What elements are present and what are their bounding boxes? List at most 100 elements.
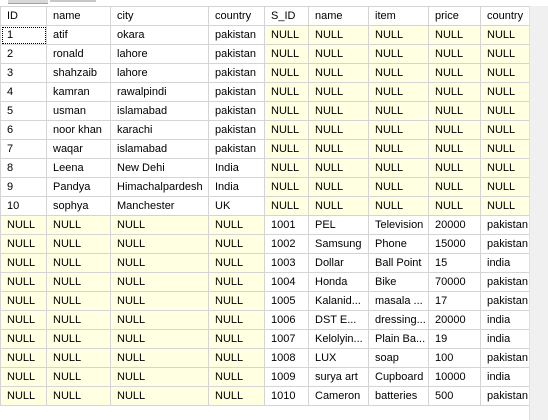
table-cell[interactable]: NULL (110, 272, 209, 292)
table-cell[interactable]: 19 (428, 329, 481, 349)
table-row[interactable]: 6 noor khan karachi pakistan NULL NULL NULL NUL… (0, 120, 531, 140)
table-cell[interactable]: 8 (0, 158, 47, 178)
table-cell[interactable]: NULL (480, 196, 531, 216)
messages-tab[interactable] (50, 0, 96, 2)
table-cell[interactable]: islamabad (110, 139, 209, 159)
table-cell[interactable]: NULL (480, 25, 531, 45)
table-cell[interactable]: Leena (46, 158, 111, 178)
column-header-6[interactable]: item (368, 6, 429, 26)
column-header-4[interactable]: S_ID (264, 6, 309, 26)
table-cell[interactable]: NULL (428, 196, 481, 216)
table-cell[interactable]: NULL (480, 120, 531, 140)
table-cell[interactable]: NULL (208, 367, 265, 387)
table-cell[interactable]: Cameron (308, 386, 369, 406)
table-row[interactable]: 1 atif okara pakistan NULL NULL NULL NULL NULL (0, 25, 531, 45)
table-cell[interactable]: NULL (110, 253, 209, 273)
table-cell[interactable]: NULL (0, 329, 47, 349)
table-cell[interactable]: Kalanid... (308, 291, 369, 311)
column-header-0[interactable]: ID (0, 6, 47, 26)
table-cell[interactable]: NULL (264, 63, 309, 83)
table-cell[interactable]: NULL (264, 177, 309, 197)
table-cell[interactable]: NULL (428, 139, 481, 159)
table-cell[interactable]: Pandya (46, 177, 111, 197)
table-cell[interactable]: India (208, 158, 265, 178)
table-cell[interactable]: NULL (208, 291, 265, 311)
table-cell[interactable]: NULL (428, 25, 481, 45)
column-header-1[interactable]: name (46, 6, 111, 26)
table-cell[interactable]: NULL (428, 63, 481, 83)
table-cell[interactable]: NULL (480, 44, 531, 64)
results-grid[interactable]: ID name city country S_ID name item price countr… (0, 6, 531, 406)
table-cell[interactable]: dressing... (368, 310, 429, 330)
table-cell[interactable]: NULL (308, 139, 369, 159)
table-cell[interactable]: 17 (428, 291, 481, 311)
table-cell[interactable]: Television (368, 215, 429, 235)
table-row[interactable]: NULL NULL NULL NULL 1008 LUX soap 100 pakistan (0, 348, 531, 368)
table-cell[interactable]: NULL (428, 120, 481, 140)
table-cell[interactable]: NULL (428, 82, 481, 102)
table-row[interactable]: 2 ronald lahore pakistan NULL NULL NULL NULL NUL… (0, 44, 531, 64)
table-cell[interactable]: pakistan (480, 272, 531, 292)
table-cell[interactable]: NULL (308, 44, 369, 64)
table-cell[interactable]: NULL (46, 234, 111, 254)
table-cell[interactable]: Honda (308, 272, 369, 292)
table-cell[interactable]: NULL (110, 310, 209, 330)
column-header-7[interactable]: price (428, 6, 481, 26)
table-cell[interactable]: batteries (368, 386, 429, 406)
table-cell[interactable]: LUX (308, 348, 369, 368)
table-cell[interactable]: NULL (428, 177, 481, 197)
table-cell[interactable]: NULL (46, 386, 111, 406)
table-cell[interactable]: NULL (0, 253, 47, 273)
table-cell[interactable]: lahore (110, 63, 209, 83)
table-cell[interactable]: pakistan (208, 120, 265, 140)
table-cell[interactable]: NULL (208, 348, 265, 368)
table-cell[interactable]: NULL (46, 215, 111, 235)
table-cell[interactable]: NULL (0, 215, 47, 235)
table-cell[interactable]: NULL (110, 367, 209, 387)
table-cell[interactable]: atif (46, 25, 111, 45)
table-row[interactable]: NULL NULL NULL NULL 1009 surya art Cupboard 100… (0, 367, 531, 387)
table-cell[interactable]: NULL (308, 177, 369, 197)
table-cell[interactable]: 3 (0, 63, 47, 83)
table-cell[interactable]: 20000 (428, 215, 481, 235)
table-cell[interactable]: PEL (308, 215, 369, 235)
table-cell[interactable]: Cupboard (368, 367, 429, 387)
table-cell[interactable]: NULL (208, 215, 265, 235)
table-cell[interactable]: 1010 (264, 386, 309, 406)
table-cell[interactable]: UK (208, 196, 265, 216)
table-cell[interactable]: NULL (264, 158, 309, 178)
table-cell[interactable]: Manchester (110, 196, 209, 216)
table-cell[interactable]: ronald (46, 44, 111, 64)
table-cell[interactable]: 1001 (264, 215, 309, 235)
table-cell[interactable]: NULL (46, 348, 111, 368)
table-cell[interactable]: 10000 (428, 367, 481, 387)
table-cell[interactable]: 70000 (428, 272, 481, 292)
table-cell[interactable]: NULL (0, 291, 47, 311)
table-cell[interactable]: 1003 (264, 253, 309, 273)
table-cell[interactable]: 500 (428, 386, 481, 406)
table-row[interactable]: 3 shahzaib lahore pakistan NULL NULL NULL NULL N… (0, 63, 531, 83)
table-cell[interactable]: pakistan (480, 234, 531, 254)
table-cell[interactable]: NULL (428, 158, 481, 178)
table-cell[interactable]: india (480, 253, 531, 273)
table-cell[interactable]: Ball Point (368, 253, 429, 273)
table-cell[interactable]: 6 (0, 120, 47, 140)
table-cell[interactable]: Plain Ba... (368, 329, 429, 349)
table-cell[interactable]: NULL (480, 63, 531, 83)
table-cell[interactable]: NULL (46, 272, 111, 292)
vertical-scrollbar[interactable] (529, 6, 548, 420)
table-cell[interactable]: NULL (0, 310, 47, 330)
table-cell[interactable]: NULL (46, 291, 111, 311)
column-header-5[interactable]: name (308, 6, 369, 26)
table-cell[interactable]: noor khan (46, 120, 111, 140)
table-cell[interactable]: NULL (208, 310, 265, 330)
table-cell[interactable]: NULL (264, 196, 309, 216)
table-cell[interactable]: soap (368, 348, 429, 368)
table-cell[interactable]: 100 (428, 348, 481, 368)
table-row[interactable]: 4 kamran rawalpindi pakistan NULL NULL NULL NUL… (0, 82, 531, 102)
table-cell[interactable]: NULL (46, 253, 111, 273)
table-cell[interactable]: 1008 (264, 348, 309, 368)
table-cell[interactable]: NULL (308, 63, 369, 83)
table-cell[interactable]: Dollar (308, 253, 369, 273)
table-cell[interactable]: pakistan (480, 386, 531, 406)
